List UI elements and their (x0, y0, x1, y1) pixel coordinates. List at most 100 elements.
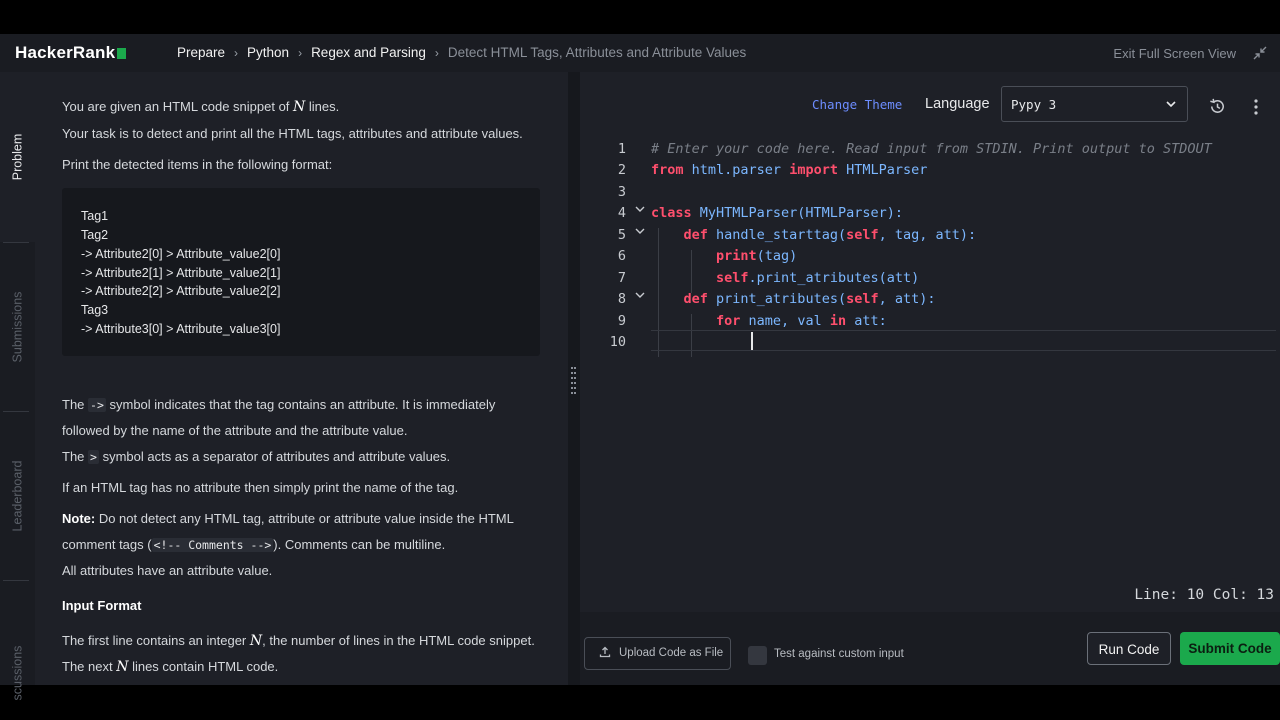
code-line: 1 # Enter your code here. Read input fro… (580, 138, 1280, 159)
text: lines contain HTML code. (128, 659, 279, 674)
text: , the number of lines in the HTML code s… (262, 633, 535, 648)
output-format-block: Tag1 Tag2 -> Attribute2[0] > Attribute_v… (62, 188, 540, 356)
keyword: self (846, 291, 879, 307)
note-label: Note: (62, 511, 96, 526)
code-line: 3 (580, 181, 1280, 202)
hackerrank-logo[interactable]: HackerRank (15, 43, 127, 63)
format-line: Tag3 (81, 303, 109, 317)
problem-paragraph: You are given an HTML code snippet of N … (62, 99, 339, 115)
line-content: class MyHTMLParser(HTMLParser): (651, 205, 903, 221)
keyword: import (789, 162, 838, 178)
tab-submissions[interactable]: Submissions (0, 243, 35, 411)
line-number: 8 (617, 291, 626, 307)
problem-paragraph: Note: Do not detect any HTML tag, attrib… (62, 511, 514, 526)
code-line: 2 from html.parser import HTMLParser (580, 159, 1280, 180)
line-number: 5 (617, 227, 626, 243)
problem-paragraph: All attributes have an attribute value. (62, 563, 273, 578)
inline-code: -> (88, 398, 106, 412)
math-n: N (116, 659, 129, 675)
logo-text: HackerRank (15, 43, 116, 62)
identifier: .print_atributes(att) (748, 270, 920, 286)
identifier: MyHTMLParser(HTMLParser): (691, 205, 903, 221)
fold-chevron-icon[interactable] (635, 204, 645, 214)
problem-paragraph: The > symbol acts as a separator of attr… (62, 449, 450, 464)
text: The first line contains an integer (62, 633, 250, 648)
tab-problem-label: Problem (10, 133, 25, 181)
breadcrumb-current-challenge: Detect HTML Tags, Attributes and Attribu… (447, 45, 747, 60)
code-editor[interactable]: 1 # Enter your code here. Read input fro… (580, 132, 1280, 612)
code-line: 6 print(tag) (580, 245, 1280, 266)
custom-input-label[interactable]: Test against custom input (774, 648, 904, 660)
problem-paragraph: The first line contains an integer N, th… (62, 633, 535, 649)
left-tab-rail: Problem Submissions Leaderboard scussion… (0, 72, 35, 701)
fold-chevron-icon[interactable] (635, 226, 645, 236)
line-content: from html.parser import HTMLParser (651, 162, 927, 178)
tab-leaderboard[interactable]: Leaderboard (0, 412, 35, 580)
text: lines. (305, 99, 340, 114)
line-content: self.print_atributes(att) (651, 270, 919, 286)
language-select[interactable]: Pypy 3 (1001, 86, 1188, 122)
line-number: 1 (617, 141, 626, 157)
text: The (62, 397, 89, 412)
tab-discussions-label: scussions (10, 645, 25, 701)
code-line: 9 for name, val in att: (580, 310, 1280, 331)
logo-square-icon (117, 47, 127, 59)
line-number: 6 (617, 248, 626, 264)
run-code-label: Run Code (1098, 642, 1160, 657)
line-content: for name, val in att: (651, 313, 887, 329)
format-line: Tag1 (81, 209, 109, 223)
breadcrumb-python[interactable]: Python (247, 45, 289, 60)
text: The (62, 449, 89, 464)
chevron-down-icon (1166, 101, 1176, 108)
history-icon[interactable] (1208, 97, 1227, 116)
upload-code-label: Upload Code as File (619, 647, 724, 659)
fold-chevron-icon[interactable] (635, 290, 645, 300)
custom-input-checkbox[interactable] (748, 646, 767, 665)
text: You are given an HTML code snippet of (62, 99, 294, 114)
text: comment tags ( (62, 537, 152, 552)
math-n: N (249, 633, 263, 649)
more-options-icon[interactable] (1249, 98, 1263, 116)
identifier: name, val (740, 313, 830, 329)
submit-code-label: Submit Code (1188, 641, 1272, 656)
format-line: -> Attribute2[2] > Attribute_value2[2] (81, 284, 281, 298)
format-line: Tag2 (81, 228, 109, 242)
line-number: 9 (617, 313, 626, 329)
code-line: 7 self.print_atributes(att) (580, 267, 1280, 288)
identifier: (tag) (756, 248, 798, 264)
change-theme-link[interactable]: Change Theme (812, 97, 902, 112)
text: The next (62, 659, 117, 674)
chevron-right-icon: › (298, 45, 303, 60)
run-code-button[interactable]: Run Code (1087, 632, 1171, 665)
keyword: print (716, 248, 757, 264)
tab-discussions[interactable]: scussions (0, 581, 35, 701)
chevron-right-icon: › (234, 45, 239, 60)
upload-code-button[interactable]: Upload Code as File (584, 637, 731, 670)
text: ). Comments can be multiline. (273, 537, 446, 552)
problem-paragraph: comment tags (<!-- Comments -->). Commen… (62, 537, 445, 552)
format-line: -> Attribute2[0] > Attribute_value2[0] (81, 247, 281, 261)
breadcrumb-regex-and-parsing[interactable]: Regex and Parsing (311, 45, 426, 60)
problem-paragraph: If an HTML tag has no attribute then sim… (62, 480, 459, 495)
format-line: -> Attribute2[1] > Attribute_value2[1] (81, 266, 281, 280)
problem-paragraph: The -> symbol indicates that the tag con… (62, 397, 495, 412)
cursor-position-status: Line: 10 Col: 13 (1134, 587, 1274, 603)
tab-problem[interactable]: Problem (0, 72, 35, 242)
breadcrumb: Prepare › Python › Regex and Parsing › D… (177, 45, 746, 60)
line-number: 3 (617, 184, 626, 200)
line-content: # Enter your code here. Read input from … (651, 141, 1212, 157)
exit-full-screen-link[interactable]: Exit Full Screen View (1113, 46, 1236, 61)
problem-paragraph: The next N lines contain HTML code. (62, 659, 278, 675)
identifier: , att): (878, 291, 936, 307)
line-number: 10 (609, 334, 626, 350)
line-number: 2 (617, 162, 626, 178)
submit-code-button[interactable]: Submit Code (1180, 632, 1280, 665)
line-content: def print_atributes(self, att): (651, 291, 936, 307)
keyword: def (683, 227, 708, 243)
code-line: 10 (580, 331, 1280, 352)
breadcrumb-prepare[interactable]: Prepare (177, 45, 225, 60)
drag-handle-icon[interactable] (571, 367, 577, 397)
inline-code: > (88, 450, 99, 464)
exit-fullscreen-icon[interactable] (1253, 46, 1267, 60)
keyword: class (651, 205, 692, 221)
